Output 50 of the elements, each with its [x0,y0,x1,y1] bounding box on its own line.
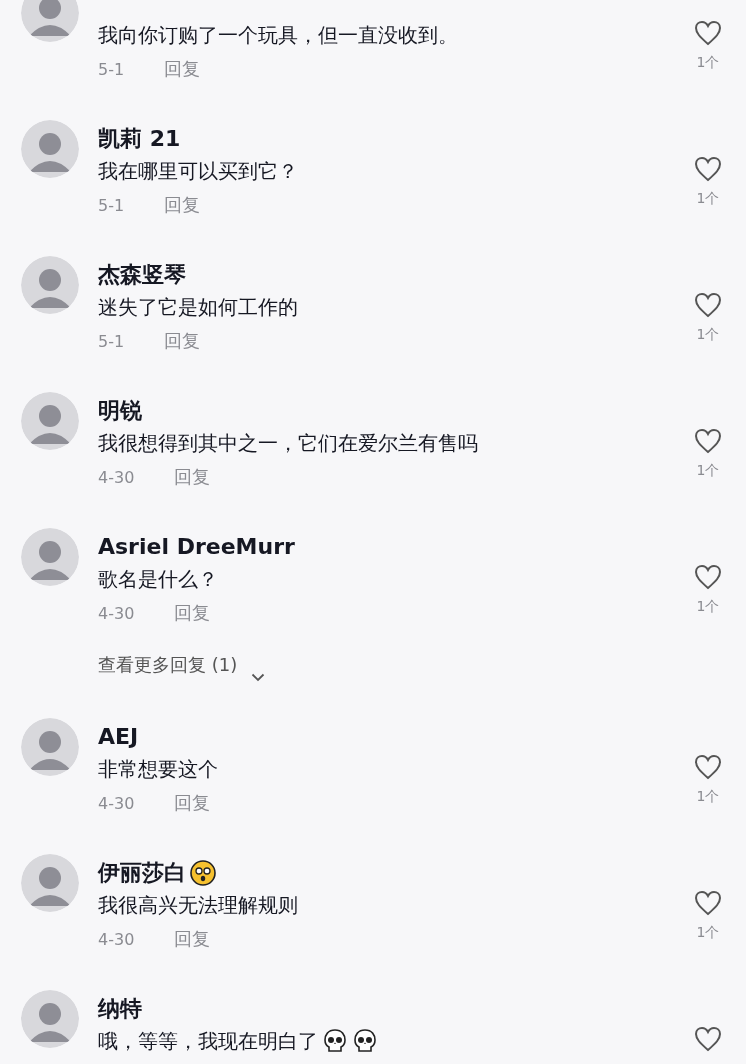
like-count: 1个 [696,190,720,208]
comment-text: 哦，等等，我现在明白了 [98,1028,318,1055]
like-icon[interactable] [694,754,722,780]
avatar[interactable] [21,0,79,42]
comment-text: 迷失了它是如何工作的 [98,294,298,321]
astonished-face-icon [190,860,216,886]
like-count: 1个 [696,598,720,616]
like-count: 1个 [696,326,720,344]
like-icon[interactable] [694,890,722,916]
like-icon[interactable] [694,156,722,182]
comment-date: 4-30 [98,603,135,623]
view-more-replies-button[interactable]: 查看更多回复 (1) [98,650,238,680]
like-icon[interactable] [694,1026,722,1052]
comment-text: 我很高兴无法理解规则 [98,892,298,919]
user-name[interactable]: 杰森竖琴 [98,260,186,290]
avatar[interactable] [21,256,79,314]
comment-date: 5-1 [98,331,125,351]
comment-text: 我很想得到其中之一，它们在爱尔兰有售吗 [98,430,478,457]
skull-icon [322,1028,348,1054]
comment-date: 5-1 [98,59,125,79]
user-name[interactable]: Asriel DreeMurr [98,532,295,562]
skull-icon [352,1028,378,1054]
like-icon[interactable] [694,564,722,590]
avatar[interactable] [21,854,79,912]
avatar[interactable] [21,718,79,776]
user-name[interactable]: AEJ [98,722,139,752]
comment-text: 我在哪里可以买到它？ [98,158,298,185]
like-count: 1个 [696,462,720,480]
user-name[interactable]: 明锐 [98,396,142,426]
like-count: 1个 [696,54,720,72]
caret-icon [251,673,266,682]
avatar[interactable] [21,990,79,1048]
avatar[interactable] [21,528,79,586]
comment-date: 4-30 [98,929,135,949]
user-name[interactable]: 凯莉 21 [98,124,181,154]
like-icon[interactable] [694,20,722,46]
avatar[interactable] [21,120,79,178]
comment-text: 非常想要这个 [98,756,218,783]
like-icon[interactable] [694,428,722,454]
comment-date: 5-1 [98,195,125,215]
user-name[interactable]: 伊丽莎白 [98,858,186,888]
like-icon[interactable] [694,292,722,318]
like-count: 1个 [696,924,720,942]
avatar[interactable] [21,392,79,450]
comment-date: 4-30 [98,793,135,813]
comment-text: 歌名是什么？ [98,566,218,593]
user-name[interactable]: 纳特 [98,994,142,1024]
comment-date: 4-30 [98,467,135,487]
comment-text: 我向你订购了一个玩具，但一直没收到。 [98,22,458,49]
like-count: 1个 [696,788,720,806]
